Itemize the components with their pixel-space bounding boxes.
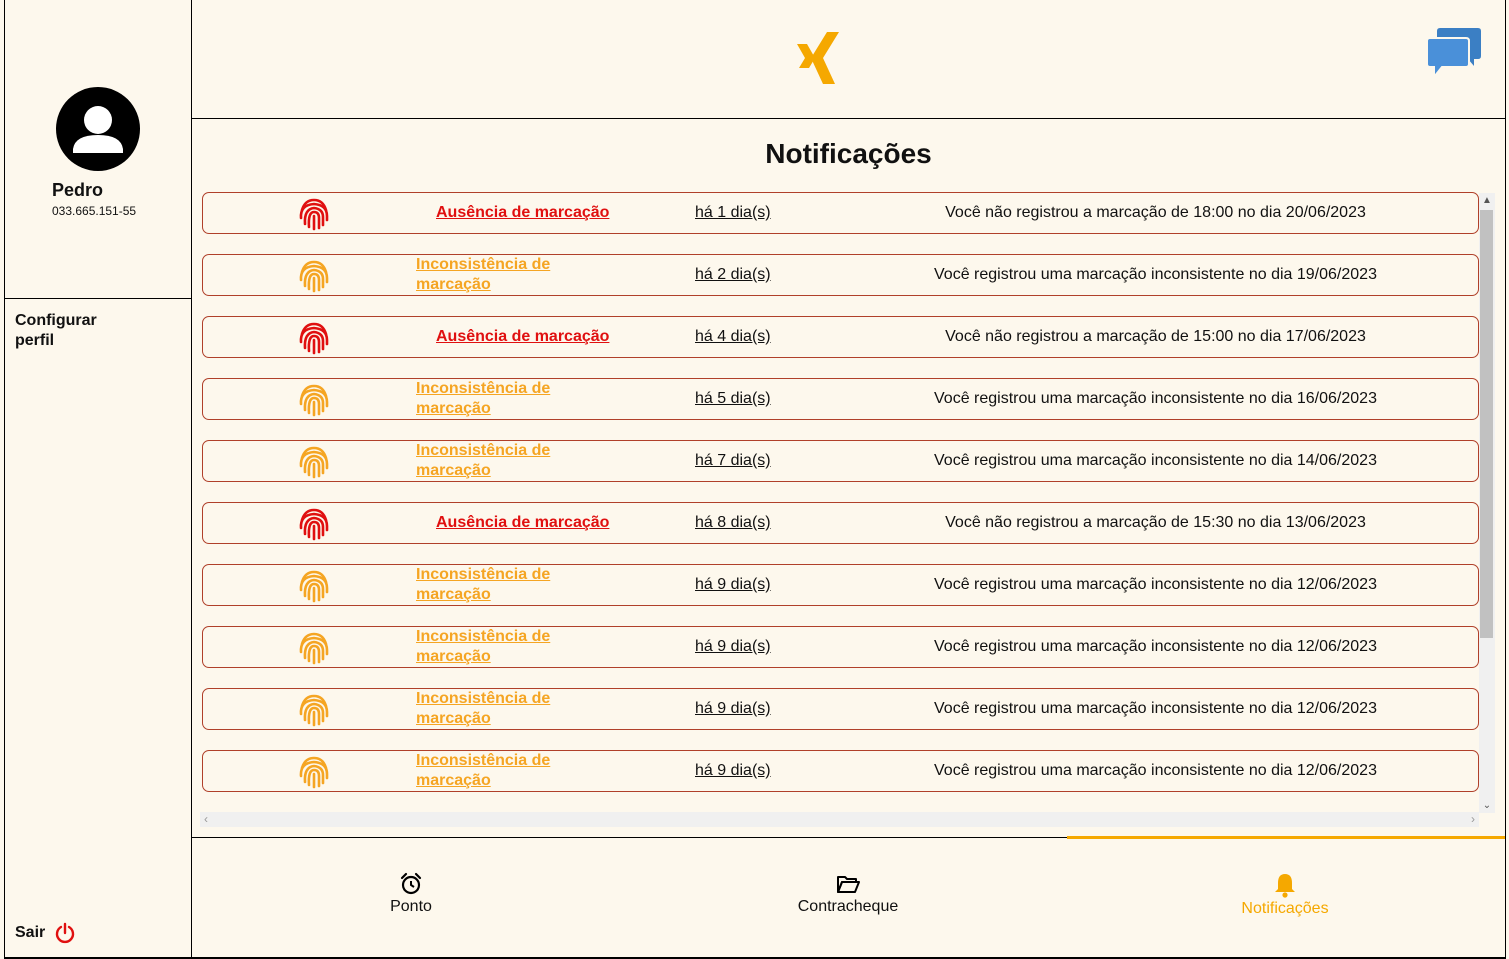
notification-type-link[interactable]: Ausência de marcação (436, 513, 609, 533)
notification-row[interactable]: Inconsistência de marcação há 2 dia(s) Voc… (202, 254, 1479, 296)
notification-message: Você não registrou a marcação de 18:00 n… (945, 204, 1366, 221)
notification-type-link[interactable]: Inconsistência de marcação (416, 379, 566, 419)
notification-row[interactable]: Inconsistência de marcação há 9 dia(s) Voc… (202, 626, 1479, 668)
notification-age-link[interactable]: há 2 dia(s) (695, 266, 771, 284)
active-tab-indicator (1067, 836, 1505, 839)
notification-message: Você registrou uma marcação inconsistent… (934, 576, 1377, 593)
logout-button[interactable]: Sair (15, 922, 75, 944)
notification-message: Você registrou uma marcação inconsistent… (934, 390, 1377, 407)
fingerprint-icon (299, 570, 329, 603)
scroll-up-icon[interactable]: ▲ (1482, 195, 1492, 206)
fingerprint-icon (299, 260, 329, 293)
chat-icon[interactable] (1426, 26, 1482, 80)
scroll-right-icon[interactable]: › (1471, 812, 1475, 826)
fingerprint-icon (299, 632, 329, 665)
fingerprint-icon (299, 322, 329, 355)
nav-label: Contracheque (797, 898, 899, 915)
notification-message: Você registrou uma marcação inconsistent… (934, 762, 1377, 779)
notification-type-link[interactable]: Inconsistência de marcação (416, 751, 566, 791)
nav-label: Ponto (390, 898, 432, 915)
user-name: Pedro (52, 180, 104, 200)
notification-row[interactable]: Inconsistência de marcação há 7 dia(s) Voc… (202, 440, 1479, 482)
notification-type-link[interactable]: Inconsistência de marcação (416, 441, 566, 481)
fingerprint-icon (299, 756, 329, 789)
fingerprint-icon (299, 508, 329, 541)
notification-type-link[interactable]: Inconsistência de marcação (416, 255, 566, 295)
notification-message: Você registrou uma marcação inconsistent… (934, 638, 1377, 655)
notification-age-link[interactable]: há 9 dia(s) (695, 576, 771, 594)
vertical-scrollbar[interactable]: ▲ ⌄ (1479, 193, 1495, 813)
notification-age-link[interactable]: há 8 dia(s) (695, 514, 771, 532)
user-cpf: 033.665.151-55 (52, 204, 137, 218)
notification-row[interactable]: Ausência de marcação há 8 dia(s) Você não … (202, 502, 1479, 544)
notification-row[interactable]: Inconsistência de marcação há 9 dia(s) Voc… (202, 750, 1479, 792)
configure-profile-link[interactable]: Configurar perfil (15, 311, 115, 351)
fingerprint-icon (299, 446, 329, 479)
notification-row[interactable]: Inconsistência de marcação há 5 dia(s) Voc… (202, 378, 1479, 420)
fingerprint-icon (299, 198, 329, 231)
scroll-down-icon[interactable]: ⌄ (1482, 800, 1492, 811)
notification-list[interactable]: Ausência de marcação há 1 dia(s) Você não … (200, 190, 1495, 812)
notification-age-link[interactable]: há 9 dia(s) (695, 762, 771, 780)
scroll-left-icon[interactable]: ‹ (204, 812, 208, 826)
nav-label: Notificações (1241, 900, 1329, 917)
notification-message: Você não registrou a marcação de 15:00 n… (945, 328, 1366, 345)
nav-ponto[interactable]: Ponto (301, 872, 521, 916)
notification-type-link[interactable]: Inconsistência de marcação (416, 627, 566, 667)
nav-notificacoes[interactable]: Notificações (1175, 872, 1395, 918)
notification-row[interactable]: Ausência de marcação há 1 dia(s) Você não … (202, 192, 1479, 234)
header (192, 0, 1505, 119)
notification-message: Você registrou uma marcação inconsistent… (934, 452, 1377, 469)
notification-row[interactable]: Inconsistência de marcação há 9 dia(s) Voc… (202, 564, 1479, 606)
avatar-icon (56, 87, 140, 171)
notification-age-link[interactable]: há 7 dia(s) (695, 452, 771, 470)
notification-age-link[interactable]: há 9 dia(s) (695, 700, 771, 718)
notification-message: Você não registrou a marcação de 15:30 n… (945, 514, 1366, 531)
folder-icon (837, 876, 860, 893)
horizontal-scrollbar[interactable]: ‹ › (200, 812, 1479, 827)
bell-icon (1275, 874, 1295, 898)
notification-type-link[interactable]: Inconsistência de marcação (416, 565, 566, 605)
notification-message: Você registrou uma marcação inconsistent… (934, 266, 1377, 283)
notification-age-link[interactable]: há 4 dia(s) (695, 328, 771, 346)
bottom-nav: Ponto Contracheque Notificações (192, 836, 1505, 957)
logout-label: Sair (15, 924, 46, 941)
nav-contracheque[interactable]: Contracheque (738, 872, 958, 916)
notification-age-link[interactable]: há 9 dia(s) (695, 638, 771, 656)
notification-type-link[interactable]: Inconsistência de marcação (416, 689, 566, 729)
xing-logo-icon (797, 32, 839, 84)
alarm-clock-icon (400, 872, 422, 895)
notification-row[interactable]: Ausência de marcação há 4 dia(s) Você não … (202, 316, 1479, 358)
profile-card: Pedro 033.665.151-55 (4, 0, 192, 299)
notification-message: Você registrou uma marcação inconsistent… (934, 700, 1377, 717)
scrollbar-thumb[interactable] (1480, 210, 1493, 638)
notification-type-link[interactable]: Ausência de marcação (436, 203, 609, 223)
notification-row[interactable]: Inconsistência de marcação há 9 dia(s) Voc… (202, 688, 1479, 730)
notification-age-link[interactable]: há 5 dia(s) (695, 390, 771, 408)
fingerprint-icon (299, 694, 329, 727)
power-icon (56, 922, 75, 944)
notification-type-link[interactable]: Ausência de marcação (436, 327, 609, 347)
page-title: Notificações (765, 138, 932, 169)
fingerprint-icon (299, 384, 329, 417)
notification-age-link[interactable]: há 1 dia(s) (695, 204, 771, 222)
sidebar: Pedro 033.665.151-55 Configurar perfil S… (4, 0, 192, 959)
